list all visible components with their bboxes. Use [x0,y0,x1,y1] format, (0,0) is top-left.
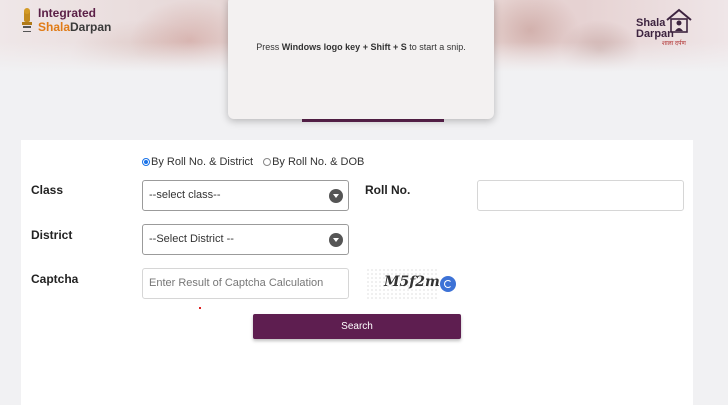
class-label: Class [31,183,64,197]
emblem-icon [22,8,32,32]
nav-accent-bar [302,119,444,122]
search-button[interactable]: Search [253,314,461,339]
logo-left-line2-suffix: Darpan [70,20,112,34]
radio-button[interactable] [263,158,272,166]
shala-darpan-logo[interactable]: Shala Darpan शाला दर्पण [636,8,694,47]
chevron-down-icon [329,189,343,203]
logo-left-line2-prefix: Shala [38,20,71,34]
class-select[interactable]: --select class-- [142,180,349,211]
captcha-input[interactable]: Enter Result of Captcha Calculation [142,268,349,299]
roll-no-input[interactable] [477,180,684,211]
captcha-label: Captcha [31,272,79,286]
radio-roll-dob[interactable]: By Roll No. & DOB [263,156,364,168]
required-marker [199,307,201,309]
radio-roll-district[interactable]: By Roll No. & District [142,156,253,168]
refresh-icon[interactable] [440,276,456,292]
logo-right-tag: शाला दर्पण [662,41,686,47]
captcha-image: M5f2mq [366,268,450,300]
search-mode-radio-group: By Roll No. & District By Roll No. & DOB [142,156,374,168]
radio-button-selected[interactable] [142,158,150,166]
chevron-down-icon [329,233,343,247]
snip-tool-popup[interactable]: Press Windows logo key + Shift + S to st… [228,0,494,119]
district-label: District [31,228,73,242]
roll-no-label: Roll No. [365,183,411,197]
integrated-shala-darpan-logo[interactable]: Integrated ShalaDarpan [20,6,111,36]
snip-instruction: Press Windows logo key + Shift + S to st… [256,42,466,52]
district-select[interactable]: --Select District -- [142,224,349,255]
logo-left-line1: Integrated [38,6,97,20]
